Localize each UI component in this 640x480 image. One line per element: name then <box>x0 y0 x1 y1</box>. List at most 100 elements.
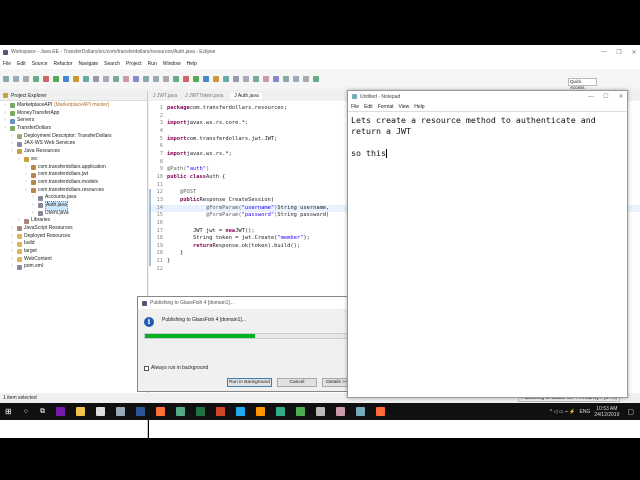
notepad-menu-view[interactable]: View <box>399 104 410 110</box>
notepad-menu-help[interactable]: Help <box>414 104 424 110</box>
toolbar-button-icon[interactable] <box>223 76 229 82</box>
expand-arrow-icon[interactable]: › <box>4 102 8 110</box>
editor-tab[interactable]: J Auth.java <box>231 93 262 99</box>
toolbar-button-icon[interactable] <box>193 76 199 82</box>
expand-arrow-icon[interactable]: › <box>25 187 29 195</box>
expand-arrow-icon[interactable]: › <box>4 117 8 125</box>
expand-arrow-icon[interactable]: › <box>11 256 15 264</box>
menu-window[interactable]: Window <box>163 61 181 67</box>
toolbar-button-icon[interactable] <box>213 76 219 82</box>
postman-taskbar-icon[interactable] <box>376 407 386 416</box>
tree-item[interactable]: › build <box>0 240 147 248</box>
tree-item[interactable]: › Java Resources <box>0 148 147 156</box>
toolbar-button-icon[interactable] <box>53 76 59 82</box>
toolbar-button-icon[interactable] <box>253 76 259 82</box>
expand-arrow-icon[interactable]: › <box>32 202 36 210</box>
toolbar-button-icon[interactable] <box>93 76 99 82</box>
tree-item[interactable]: › Auth.java <box>0 200 147 211</box>
tree-item[interactable]: › MoneyTransferApp <box>0 110 147 118</box>
expand-arrow-icon[interactable]: › <box>18 156 22 164</box>
language-indicator[interactable]: ENG <box>580 409 591 415</box>
notifications-icon[interactable]: ▢ <box>627 408 634 416</box>
menu-navigate[interactable]: Navigate <box>78 61 98 67</box>
menu-refactor[interactable]: Refactor <box>54 61 73 67</box>
toolbar-button-icon[interactable] <box>303 76 309 82</box>
minimize-button[interactable]: — <box>598 49 610 55</box>
tree-item[interactable]: › JavaScript Resources <box>0 225 147 233</box>
cancel-button[interactable]: Cancel <box>277 378 317 387</box>
menu-search[interactable]: Search <box>104 61 120 67</box>
expand-arrow-icon[interactable]: › <box>11 133 15 141</box>
notepad-text[interactable]: Lets create a resource method to authent… <box>351 115 596 158</box>
vscode-taskbar-icon[interactable] <box>236 407 246 416</box>
toolbar-button-icon[interactable] <box>263 76 269 82</box>
tree-item[interactable]: › Deployed Resources <box>0 233 147 241</box>
notepad-menu-format[interactable]: Format <box>378 104 394 110</box>
task-view-icon[interactable]: ⧉ <box>40 408 45 416</box>
toolbar-button-icon[interactable] <box>313 76 319 82</box>
menu-project[interactable]: Project <box>126 61 142 67</box>
clock[interactable]: 10:53 AM 24/12/2019 <box>594 406 619 418</box>
app-device-taskbar-icon[interactable] <box>176 407 186 416</box>
editor-tab[interactable]: J JWT.java <box>153 93 177 99</box>
toolbar-button-icon[interactable] <box>13 76 19 82</box>
expand-arrow-icon[interactable]: › <box>4 110 8 118</box>
tree-item[interactable]: › src <box>0 156 147 164</box>
maximize-button[interactable]: ☐ <box>600 93 612 100</box>
app-circle-taskbar-icon[interactable] <box>96 407 106 416</box>
menu-file[interactable]: File <box>3 61 11 67</box>
sublime-taskbar-icon[interactable] <box>256 407 266 416</box>
quick-access-input[interactable]: Quick Access <box>568 78 597 90</box>
minimize-button[interactable]: — <box>585 94 597 100</box>
tree-item[interactable]: › TransferDollars <box>0 125 147 133</box>
expand-arrow-icon[interactable]: › <box>32 194 36 202</box>
toolbar-button-icon[interactable] <box>123 76 129 82</box>
run-in-background-button[interactable]: Run in Background <box>227 378 272 387</box>
tree-item[interactable]: › WebContent <box>0 256 147 264</box>
toolbar-button-icon[interactable] <box>83 76 89 82</box>
tree-item[interactable]: › Users.java <box>0 210 147 218</box>
maximize-button[interactable]: ❐ <box>613 49 625 56</box>
notepad-taskbar-icon[interactable] <box>356 407 366 416</box>
notepad-menu-edit[interactable]: Edit <box>364 104 373 110</box>
always-background-checkbox[interactable] <box>144 365 149 371</box>
toolbar-button-icon[interactable] <box>293 76 299 82</box>
editor-tab[interactable]: J JWTToken.java <box>185 93 223 99</box>
onenote-taskbar-icon[interactable] <box>56 407 66 416</box>
expand-arrow-icon[interactable]: › <box>11 225 15 233</box>
menu-source[interactable]: Source <box>32 61 48 67</box>
expand-arrow-icon[interactable]: › <box>25 179 29 187</box>
tree-item[interactable]: › JAX-WS Web Services <box>0 140 147 148</box>
close-button[interactable]: ✕ <box>628 49 640 56</box>
menu-help[interactable]: Help <box>187 61 197 67</box>
expand-arrow-icon[interactable]: › <box>25 164 29 172</box>
tree-item[interactable]: › Libraries <box>0 217 147 225</box>
tree-item[interactable]: › Accounts.java <box>0 194 147 202</box>
toolbar-button-icon[interactable] <box>203 76 209 82</box>
powerpoint-taskbar-icon[interactable] <box>216 407 226 416</box>
tray-icons[interactable]: ^ ◁ ▭ ⌁ ⚡ <box>550 409 576 415</box>
app-terminal-taskbar-icon[interactable] <box>276 407 286 416</box>
expand-arrow-icon[interactable]: › <box>11 248 15 256</box>
toolbar-button-icon[interactable] <box>3 76 9 82</box>
expand-arrow-icon[interactable]: › <box>25 171 29 179</box>
search-icon[interactable]: ○ <box>24 408 28 415</box>
toolbar-button-icon[interactable] <box>63 76 69 82</box>
chrome-taskbar-icon[interactable] <box>296 407 306 416</box>
expand-arrow-icon[interactable]: › <box>11 263 15 271</box>
toolbar-button-icon[interactable] <box>43 76 49 82</box>
tree-item[interactable]: › com.transferdollars.jwt <box>0 171 147 179</box>
eclipse-taskbar-icon[interactable] <box>336 407 346 416</box>
excel-taskbar-icon[interactable] <box>196 407 206 416</box>
word-taskbar-icon[interactable] <box>136 407 146 416</box>
toolbar-button-icon[interactable] <box>73 76 79 82</box>
app-window-taskbar-icon[interactable] <box>116 407 126 416</box>
close-button[interactable]: ✕ <box>615 93 627 100</box>
app-gauge-taskbar-icon[interactable] <box>316 407 326 416</box>
toolbar-button-icon[interactable] <box>243 76 249 82</box>
notepad-menu-file[interactable]: File <box>351 104 359 110</box>
tree-item[interactable]: › target <box>0 248 147 256</box>
tree-item[interactable]: › com.transferdollars.resources <box>0 187 147 195</box>
toolbar-button-icon[interactable] <box>103 76 109 82</box>
toolbar-button-icon[interactable] <box>233 76 239 82</box>
